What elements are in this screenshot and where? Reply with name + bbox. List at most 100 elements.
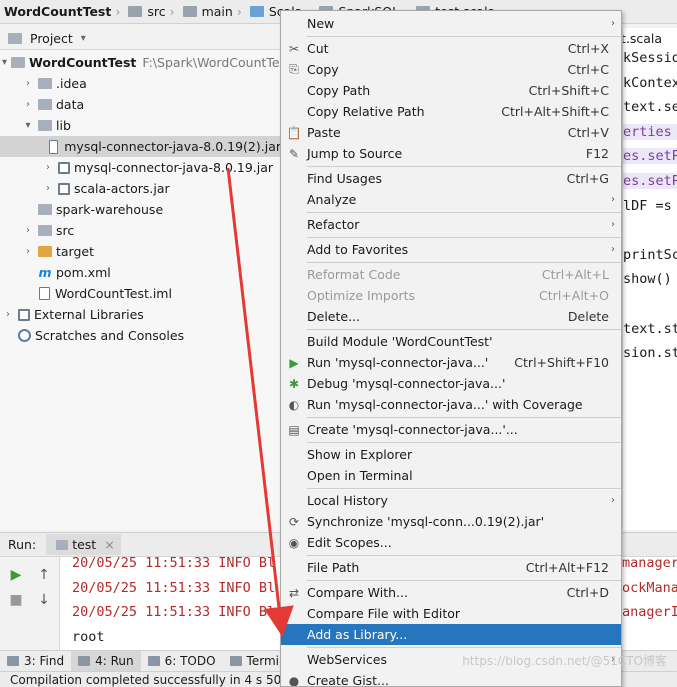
tree-item[interactable]: Scratches and Consoles	[0, 325, 281, 346]
menu-item-jump-to-source[interactable]: ✎ Jump to Source F12	[281, 143, 621, 164]
tree-item[interactable]: spark-warehouse	[0, 199, 281, 220]
tree-item[interactable]: › src	[0, 220, 281, 241]
menu-item-label: Compare With...	[307, 585, 408, 600]
menu-item-edit-scopes[interactable]: ◉ Edit Scopes...	[281, 532, 621, 553]
project-panel-header[interactable]: Project ▾	[0, 28, 281, 50]
code-editor[interactable]: t.scala kSessio kContex text.se erties es.se…	[622, 28, 677, 530]
menu-item-create-mysql-connector-java[interactable]: ▤ Create 'mysql-connector-java...'...	[281, 419, 621, 440]
maven-icon: m	[38, 265, 52, 280]
rerun-icon[interactable]: ▶	[8, 567, 24, 583]
menu-item-refactor[interactable]: Refactor ›	[281, 214, 621, 235]
tool-tab-label: 4: Run	[95, 654, 134, 668]
run-icon	[78, 656, 91, 666]
tool-tab[interactable]: 3: Find	[0, 651, 71, 672]
chevron-right-icon[interactable]: ›	[22, 78, 34, 89]
tree-item[interactable]: › mysql-connector-java-8.0.19.jar	[0, 157, 281, 178]
code-line: lDF =s	[623, 197, 672, 214]
arrow-up-icon[interactable]: ↑	[36, 567, 52, 583]
chevron-right-icon: ›	[611, 495, 615, 506]
menu-item-shortcut: Ctrl+Alt+L	[541, 267, 609, 282]
tree-item[interactable]: › data	[0, 94, 281, 115]
menu-item-add-to-favorites[interactable]: Add to Favorites ›	[281, 239, 621, 260]
menu-item-label: Run 'mysql-connector-java...' with Cover…	[307, 397, 583, 412]
menu-separator	[307, 488, 621, 489]
terminal-icon	[229, 656, 242, 666]
tool-tab[interactable]: 4: Run	[71, 650, 141, 672]
menu-item-label: Find Usages	[307, 171, 383, 186]
chevron-right-icon[interactable]: ›	[2, 309, 14, 320]
menu-item-label: Refactor	[307, 217, 360, 232]
tree-item[interactable]: › scala-actors.jar	[0, 178, 281, 199]
library-icon	[58, 161, 70, 174]
close-icon[interactable]: ×	[104, 537, 114, 552]
breadcrumb-item[interactable]: src ›	[124, 4, 178, 19]
menu-item-build-module-wordcounttest[interactable]: Build Module 'WordCountTest'	[281, 331, 621, 352]
editor-tab[interactable]: t.scala	[623, 31, 662, 46]
menu-item-cut[interactable]: ✂ Cut Ctrl+X	[281, 38, 621, 59]
orange-folder-icon	[38, 246, 52, 257]
library-icon	[58, 182, 70, 195]
project-header-title: Project	[30, 31, 73, 46]
menu-item-add-as-library[interactable]: Add as Library...	[281, 624, 621, 645]
menu-item-compare-with[interactable]: ⇄ Compare With... Ctrl+D	[281, 582, 621, 603]
stop-icon[interactable]: ■	[8, 592, 24, 608]
folder-icon	[38, 78, 52, 89]
chevron-right-icon[interactable]: ›	[42, 162, 54, 173]
chevron-right-icon[interactable]: ›	[22, 99, 34, 110]
breadcrumb-item[interactable]: WordCountTest ›	[0, 4, 124, 19]
menu-item-compare-file-with-editor[interactable]: Compare File with Editor	[281, 603, 621, 624]
tool-tab[interactable]: 6: TODO	[141, 651, 223, 672]
chevron-right-icon: ›	[611, 194, 615, 205]
menu-item-open-in-terminal[interactable]: Open in Terminal	[281, 465, 621, 486]
tree-item[interactable]: ▾ lib	[0, 115, 281, 136]
menu-item-find-usages[interactable]: Find Usages Ctrl+G	[281, 168, 621, 189]
tree-item[interactable]: mysql-connector-java-8.0.19(2).jar	[0, 136, 281, 157]
menu-item-copy-relative-path[interactable]: Copy Relative Path Ctrl+Alt+Shift+C	[281, 101, 621, 122]
menu-item-debug-mysql-connector-java[interactable]: ✱ Debug 'mysql-connector-java...'	[281, 373, 621, 394]
menu-item-analyze[interactable]: Analyze ›	[281, 189, 621, 210]
chevron-down-icon[interactable]: ▾	[81, 33, 86, 44]
menu-item-optimize-imports[interactable]: Optimize Imports Ctrl+Alt+O	[281, 285, 621, 306]
menu-item-synchronize-mysql-conn-0-19-2-jar[interactable]: ⟳ Synchronize 'mysql-conn...0.19(2).jar'	[281, 511, 621, 532]
tree-item[interactable]: WordCountTest.iml	[0, 283, 281, 304]
menu-separator	[307, 442, 621, 443]
breadcrumb-item[interactable]: main ›	[179, 4, 246, 19]
chevron-right-icon[interactable]: ›	[22, 246, 34, 257]
tree-item[interactable]: › External Libraries	[0, 304, 281, 325]
menu-item-shortcut: Ctrl+Alt+O	[539, 288, 609, 303]
menu-item-label: Cut	[307, 41, 329, 56]
menu-item-label: Reformat Code	[307, 267, 401, 282]
tree-item[interactable]: m pom.xml	[0, 262, 281, 283]
menu-item-label: Add to Favorites	[307, 242, 409, 257]
chevron-right-icon[interactable]: ›	[42, 183, 54, 194]
tool-tab[interactable]: Termi	[223, 651, 286, 672]
menu-item-file-path[interactable]: File Path Ctrl+Alt+F12	[281, 557, 621, 578]
watermark: https://blog.csdn.net/@51CTO博客	[462, 654, 667, 668]
menu-item-label: Open in Terminal	[307, 468, 413, 483]
menu-item-reformat-code[interactable]: Reformat Code Ctrl+Alt+L	[281, 264, 621, 285]
chevron-right-icon[interactable]: ›	[22, 225, 34, 236]
menu-item-icon: ◉	[288, 535, 300, 550]
menu-item-copy[interactable]: ⎘ Copy Ctrl+C	[281, 59, 621, 80]
menu-item-show-in-explorer[interactable]: Show in Explorer	[281, 444, 621, 465]
menu-item-label: Local History	[307, 493, 388, 508]
breadcrumb-label: main	[201, 4, 233, 19]
chevron-down-icon[interactable]: ▾	[22, 120, 34, 131]
menu-item-run-mysql-connector-java-with-coverage[interactable]: ◐ Run 'mysql-connector-java...' with Cove…	[281, 394, 621, 415]
menu-item-new[interactable]: New ›	[281, 13, 621, 34]
tree-item[interactable]: › target	[0, 241, 281, 262]
menu-item-run-mysql-connector-java[interactable]: ▶ Run 'mysql-connector-java...' Ctrl+Shift…	[281, 352, 621, 373]
context-menu: New › ✂ Cut Ctrl+X ⎘ Copy Ctrl+C Copy Path Ctrl+S…	[280, 10, 622, 687]
arrow-down-icon[interactable]: ↓	[36, 592, 52, 608]
run-tab[interactable]: test ×	[46, 534, 121, 555]
chevron-right-icon: ›	[611, 219, 615, 230]
tree-item[interactable]: › .idea	[0, 73, 281, 94]
menu-item-copy-path[interactable]: Copy Path Ctrl+Shift+C	[281, 80, 621, 101]
code-line: es.setP	[623, 148, 677, 165]
menu-item-delete[interactable]: Delete... Delete	[281, 306, 621, 327]
menu-item-paste[interactable]: 📋 Paste Ctrl+V	[281, 122, 621, 143]
tree-item[interactable]: ▾ WordCountTest F:\Spark\WordCountTest	[0, 52, 281, 73]
chevron-down-icon[interactable]: ▾	[2, 57, 7, 68]
menu-item-create-gist[interactable]: ● Create Gist...	[281, 670, 621, 686]
menu-item-local-history[interactable]: Local History ›	[281, 490, 621, 511]
